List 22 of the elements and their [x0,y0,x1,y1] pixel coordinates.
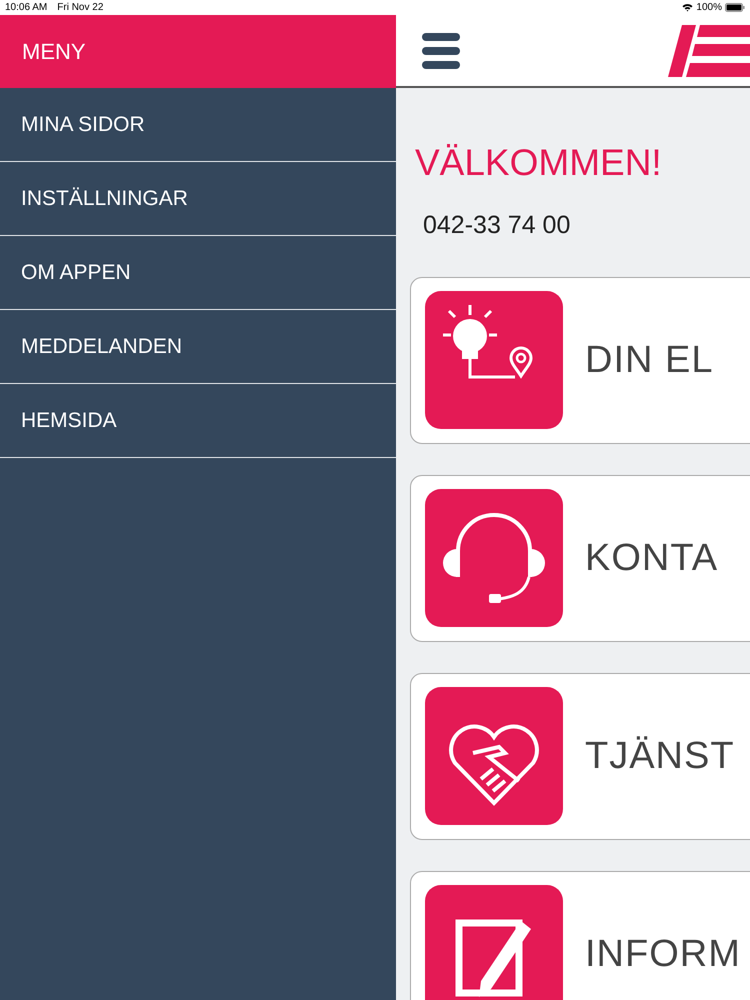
logo-icon [668,24,750,76]
phone-number: 042-33 74 00 [423,210,572,241]
welcome-heading: VÄLKOMMEN! [415,144,663,181]
edit-icon [425,885,563,1000]
tile-label: TJÄNST [585,734,735,778]
menu-tile[interactable]: TJÄNST [410,672,750,840]
status-date: Fri Nov 22 [57,1,104,15]
menu-header: MENY [0,15,396,88]
lightbulb-icon [425,291,563,429]
menu-tile[interactable]: KONTA [410,474,750,642]
menu-icon[interactable] [422,32,460,68]
battery-icon [725,3,745,12]
tile-label: KONTA [585,536,718,580]
menu-tile[interactable]: DIN EL [410,276,750,444]
headset-icon [425,489,563,627]
tile-label: INFORM [585,932,741,976]
battery-percent: 100% [696,1,722,15]
wifi-icon [682,3,694,12]
heart-hand-icon [425,687,563,825]
menu-tile[interactable]: INFORM [410,870,750,1000]
tile-label: DIN EL [585,338,714,382]
status-time: 10:06 AM [5,1,48,15]
